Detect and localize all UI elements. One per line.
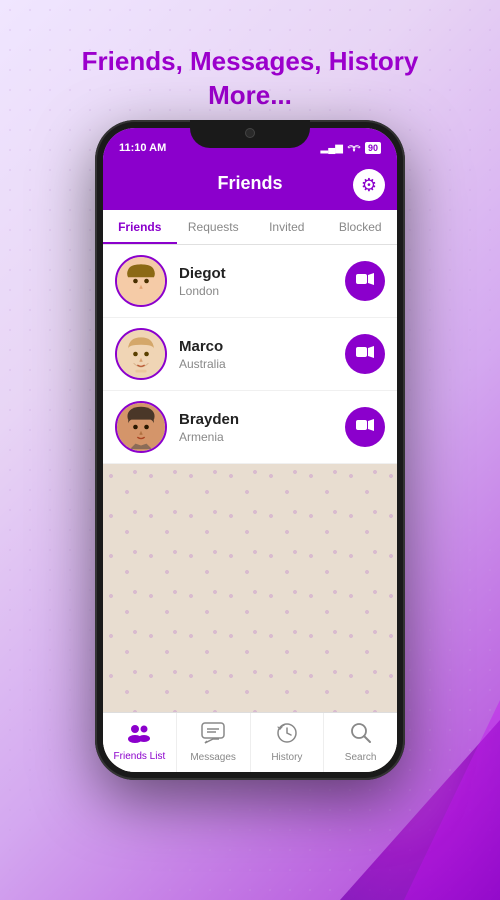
tab-requests[interactable]: Requests xyxy=(177,210,251,244)
history-icon xyxy=(276,722,298,750)
friend-name: Diegot xyxy=(179,265,345,282)
tab-invited[interactable]: Invited xyxy=(250,210,324,244)
battery-icon: 90 xyxy=(365,142,381,154)
search-icon xyxy=(350,722,372,750)
wifi-icon xyxy=(347,142,361,155)
phone-notch xyxy=(190,120,310,148)
friend-name: Brayden xyxy=(179,411,345,428)
screen-body: Diegot London xyxy=(103,245,397,772)
status-time: 11:10 AM xyxy=(119,142,166,154)
video-call-button[interactable] xyxy=(345,261,385,301)
nav-label-friends-list: Friends List xyxy=(114,751,166,762)
friend-location: Australia xyxy=(179,357,345,371)
gear-icon: ⚙ xyxy=(361,175,377,196)
phone-frame: 11:10 AM ▂▄▆ 90 Friends xyxy=(95,120,405,780)
video-camera-icon xyxy=(356,345,374,363)
app-header: Friends ⚙ xyxy=(103,160,397,210)
friend-location: London xyxy=(179,284,345,298)
settings-button[interactable]: ⚙ xyxy=(353,169,385,201)
list-item: Marco Australia xyxy=(103,318,397,391)
tab-friends[interactable]: Friends xyxy=(103,210,177,244)
video-call-button[interactable] xyxy=(345,334,385,374)
nav-label-search: Search xyxy=(345,752,377,763)
page-title-area: Friends, Messages, History More... xyxy=(0,45,500,113)
status-icons: ▂▄▆ 90 xyxy=(321,142,381,155)
avatar xyxy=(115,401,167,453)
friend-name: Marco xyxy=(179,338,345,355)
friend-info: Marco Australia xyxy=(179,338,345,371)
nav-item-messages[interactable]: Messages xyxy=(177,713,251,772)
tabs-bar: Friends Requests Invited Blocked xyxy=(103,210,397,245)
video-camera-icon xyxy=(356,418,374,436)
header-title: Friends xyxy=(217,173,282,194)
nav-item-friends-list[interactable]: Friends List xyxy=(103,713,177,772)
friends-list-icon xyxy=(127,723,151,749)
phone-screen: 11:10 AM ▂▄▆ 90 Friends xyxy=(103,128,397,772)
friend-info: Diegot London xyxy=(179,265,345,298)
video-camera-icon xyxy=(356,272,374,290)
video-call-button[interactable] xyxy=(345,407,385,447)
nav-item-history[interactable]: History xyxy=(251,713,325,772)
friend-location: Armenia xyxy=(179,430,345,444)
nav-label-messages: Messages xyxy=(190,752,236,763)
tab-blocked[interactable]: Blocked xyxy=(324,210,398,244)
messages-icon xyxy=(201,722,225,750)
page-title: Friends, Messages, History More... xyxy=(0,45,500,113)
nav-item-search[interactable]: Search xyxy=(324,713,397,772)
front-camera xyxy=(245,128,255,138)
list-item: Brayden Armenia xyxy=(103,391,397,464)
list-item: Diegot London xyxy=(103,245,397,318)
avatar xyxy=(115,255,167,307)
bottom-nav: Friends List Messages xyxy=(103,712,397,772)
nav-label-history: History xyxy=(271,752,302,763)
avatar xyxy=(115,328,167,380)
signal-icon: ▂▄▆ xyxy=(321,143,343,154)
friend-info: Brayden Armenia xyxy=(179,411,345,444)
friends-list: Diegot London xyxy=(103,245,397,464)
